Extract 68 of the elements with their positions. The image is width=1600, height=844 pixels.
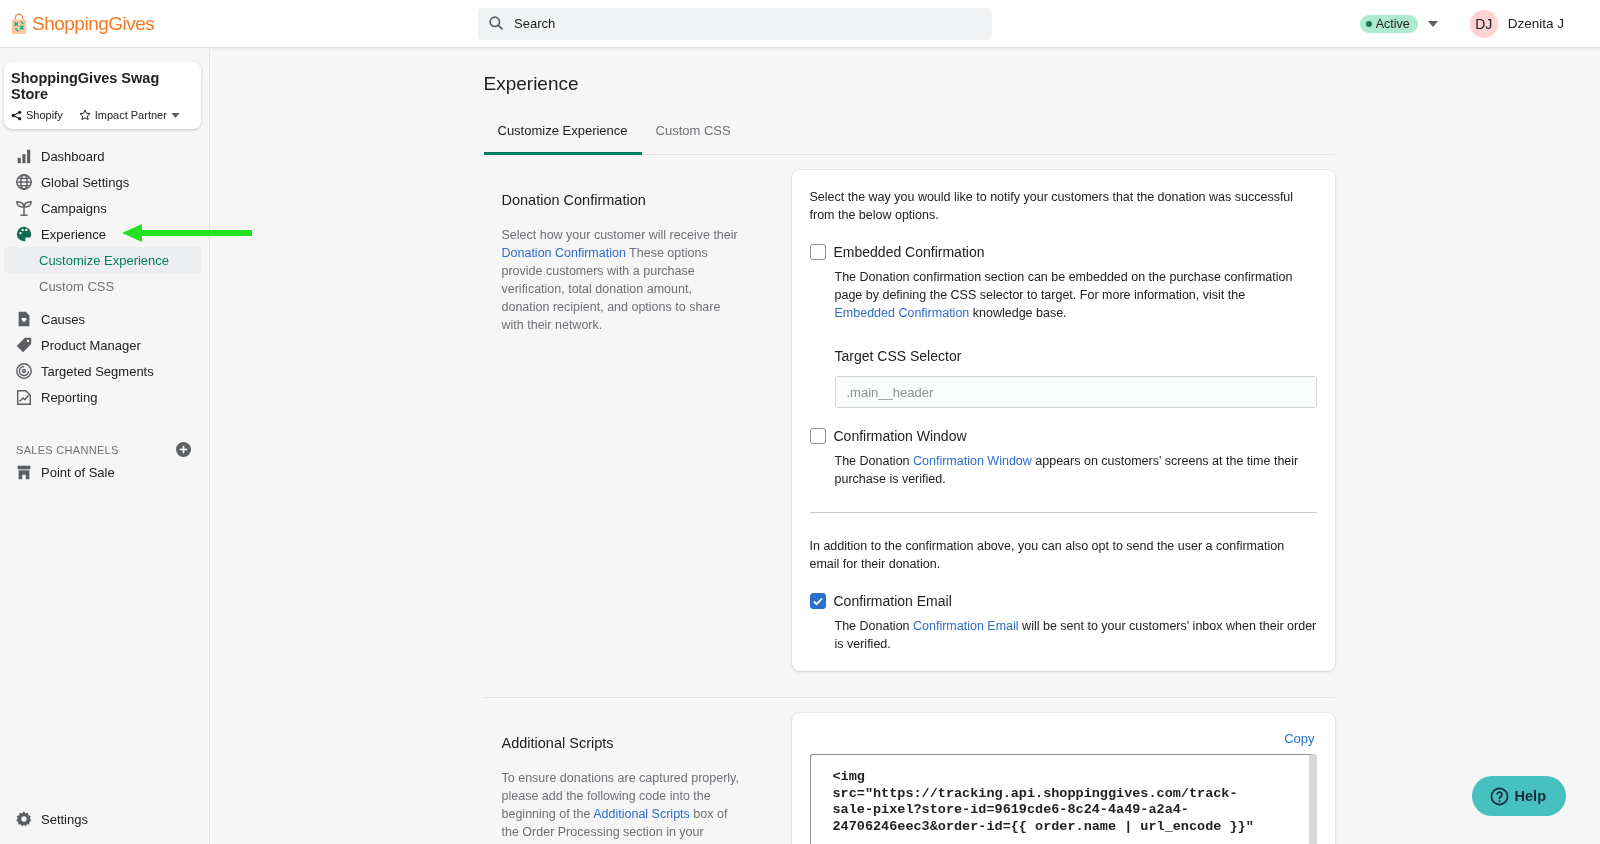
option-label: Confirmation Email — [833, 593, 952, 609]
nav-item[interactable]: Causes — [4, 306, 90, 332]
css-selector-field[interactable]: .main__header — [834, 376, 1317, 408]
checkbox[interactable] — [809, 593, 826, 609]
checkbox[interactable] — [809, 244, 826, 260]
logo-text: ShoppingGives — [32, 12, 155, 35]
email-intro-text: In addition to the confirmation above, you can also opt to send the user a confirmation email for their donation. — [809, 538, 1286, 573]
option-description: The Donation Confirmation Email will be sent to your customers' inbox when their order is verified. — [834, 618, 1317, 653]
option-description: The Donation Confirmation Window appears on customers' screens at the time their purchase is verified. — [834, 453, 1300, 488]
user-name: Dzenita J — [1507, 16, 1564, 31]
nav-item[interactable]: Targeted Segments — [4, 358, 158, 384]
nav-item[interactable]: Settings — [4, 806, 92, 832]
nav-item[interactable]: Product Manager — [4, 332, 145, 358]
bar-chart-icon — [15, 147, 33, 165]
settings-icon — [15, 810, 33, 828]
nav-item[interactable]: Dashboard — [4, 143, 109, 169]
sprout-icon — [15, 199, 33, 217]
section-description: To ensure donations are captured properly, please add the following code into the beginning of the Additional Scripts box of the Order Processing section in your — [501, 770, 740, 841]
option-label: Confirmation Window — [833, 428, 967, 444]
link[interactable]: Confirmation Email — [913, 619, 1019, 633]
link[interactable]: Additional Scripts — [593, 807, 690, 821]
search-field[interactable]: Search — [478, 7, 992, 40]
nav-item[interactable]: Global Settings — [4, 169, 134, 195]
tab[interactable]: Customize Experience — [483, 117, 642, 155]
tag-icon — [15, 336, 33, 354]
chart-icon — [15, 388, 33, 406]
link[interactable]: Confirmation Window — [913, 454, 1032, 468]
search-icon — [488, 14, 505, 32]
field-label: Target CSS Selector — [834, 348, 963, 364]
add-icon[interactable] — [176, 442, 191, 457]
user-avatar[interactable]: DJ — [1469, 9, 1498, 38]
intro-text: Select the way you would like to notify your customers that the donation was successful from the below options. — [809, 189, 1295, 224]
share-icon — [11, 109, 22, 121]
globe-icon — [15, 173, 33, 191]
section-title: Donation Confirmation — [501, 192, 647, 208]
nav-item[interactable]: Point of Sale — [4, 459, 119, 485]
link[interactable]: Donation Confirmation — [501, 246, 626, 260]
code-block: <img src="https://tracking.api.shoppinggives.com/track-sale-pixel?store-id=9619cde6-8c24-4a49-a2a4-24706246eec3&order-id={{ order.name | url_encode }}" — [809, 754, 1317, 844]
tab[interactable]: Custom CSS — [641, 117, 745, 155]
caret-icon[interactable] — [170, 112, 180, 118]
sub-nav-item[interactable]: Custom CSS — [4, 273, 201, 299]
store-icon — [15, 463, 33, 481]
check-icon — [811, 595, 824, 607]
nav-item[interactable]: Experience — [4, 221, 111, 247]
nav-item[interactable]: Reporting — [4, 384, 102, 410]
help-button[interactable]: Help — [1471, 776, 1566, 816]
section-heading: SALES CHANNELS — [16, 443, 119, 456]
nav-item[interactable]: Campaigns — [4, 195, 111, 221]
platform-label: Shopify — [26, 109, 63, 121]
question-icon — [1489, 786, 1509, 806]
store-card[interactable]: ShoppingGives Swag Store Shopify Impact Partner — [4, 62, 201, 129]
sub-nav-item[interactable]: Customize Experience — [4, 247, 201, 273]
section-title: Additional Scripts — [501, 735, 615, 751]
option-description: The Donation confirmation section can be embedded on the purchase confirmation page by defining the CSS selector to target. For more information, visit the Embedded Confirmation knowledge base. — [834, 269, 1294, 322]
caret-icon[interactable] — [1427, 20, 1438, 27]
target-icon — [15, 362, 33, 380]
status-badge[interactable]: Active — [1359, 14, 1418, 33]
link[interactable]: Embedded Confirmation — [834, 306, 970, 320]
option-label: Embedded Confirmation — [833, 244, 985, 260]
checkbox[interactable] — [809, 428, 826, 444]
store-name: ShoppingGives Swag Store — [11, 70, 161, 102]
copy-button[interactable]: Copy — [1282, 731, 1317, 746]
palette-icon — [15, 225, 33, 243]
section-description: Select how your customer will receive their Donation Confirmation These options provide customers with a purchase verification, total donation amount, donation recipient, and options to share with their network. — [501, 227, 739, 334]
bag-logo-icon — [10, 12, 28, 35]
plan-label: Impact Partner — [94, 109, 167, 121]
star-icon — [78, 109, 91, 121]
page-title: Experience — [483, 73, 580, 95]
